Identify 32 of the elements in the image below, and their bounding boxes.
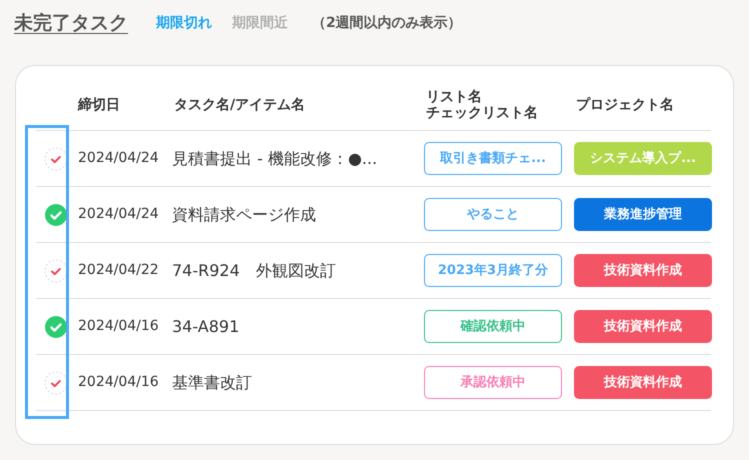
date-cell-text: 2024/04/24 — [77, 205, 160, 224]
column-header: タスク名/アイテム名 — [174, 97, 306, 113]
date-cell-text: 2024/04/16 — [77, 373, 160, 392]
task-name[interactable]: 資料請求ページ作成 — [172, 202, 424, 226]
project-tag: 技術資料作成 — [574, 254, 712, 287]
column-header: 締切日 — [78, 97, 120, 113]
checked-icon[interactable] — [45, 204, 67, 226]
unchecked-icon[interactable] — [44, 258, 68, 282]
task-name[interactable]: 34-A891 — [172, 314, 424, 338]
unchecked-icon[interactable] — [44, 146, 68, 170]
list-tag: 確認依頼中 — [424, 310, 562, 343]
date-cell-text: 2024/04/16 — [77, 317, 160, 336]
date-cell-text: 2024/04/24 — [77, 149, 160, 168]
column-header: プロジェクト名 — [576, 97, 674, 113]
list-tag: 取引き書類チェ... — [424, 142, 562, 175]
task-name[interactable]: 74-R924 外観図改訂 — [172, 258, 424, 282]
filter-note: （2週間以内のみ表示） — [312, 14, 462, 32]
page-title: 未完了タスク — [14, 10, 128, 36]
date-cell-text: 2024/04/22 — [77, 261, 160, 280]
list-tag: 2023年3月終了分 — [424, 254, 562, 287]
list-tag: 承認依頼中 — [424, 366, 562, 399]
column-header: リスト名 — [426, 89, 482, 105]
task-name[interactable]: 見積書提出 - 機能改修：●... — [172, 146, 424, 170]
column-header: チェックリスト名 — [426, 105, 538, 121]
unchecked-icon[interactable] — [44, 370, 68, 394]
project-tag: 技術資料作成 — [574, 366, 712, 399]
project-tag: 業務進捗管理 — [574, 198, 712, 231]
project-tag: 技術資料作成 — [574, 310, 712, 343]
task-name[interactable]: 基準書改訂 — [172, 370, 424, 394]
checked-icon[interactable] — [45, 316, 67, 338]
project-tag: システム導入プ... — [574, 142, 712, 175]
list-tag: やること — [424, 198, 562, 231]
